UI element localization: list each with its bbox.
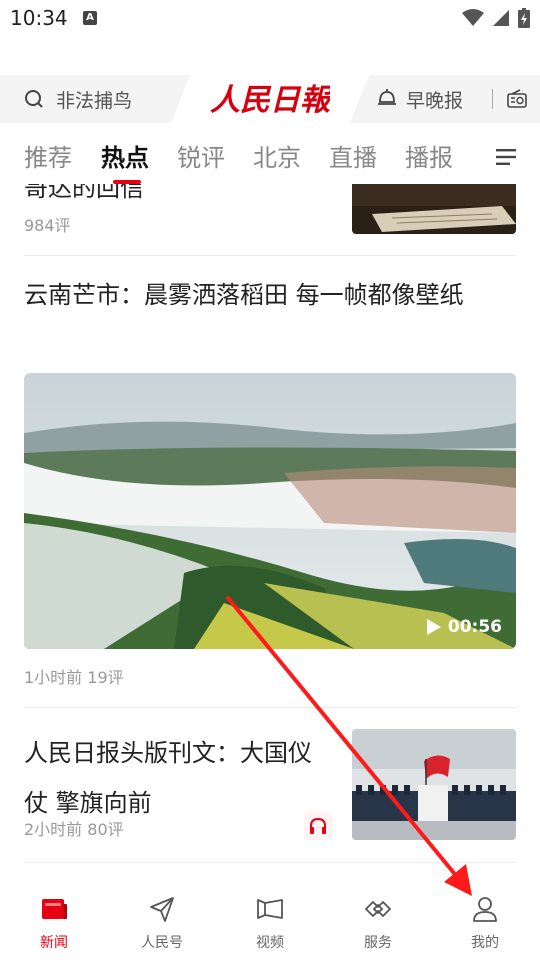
video-duration: 00:56 <box>426 617 502 637</box>
profile-icon <box>473 897 497 922</box>
video-thumbnail[interactable]: 00:56 <box>24 373 516 649</box>
nav-video[interactable]: 视频 <box>230 894 310 952</box>
tab-live[interactable]: 直播 <box>329 138 377 173</box>
news-meta: 2小时前 80评 <box>24 820 124 839</box>
news-title: 人民日报头版刊文：大国仪仗 擎旗向前 <box>24 739 312 817</box>
status-bar: 10:34 A <box>0 0 540 38</box>
channel-tabs: 推荐 热点 锐评 北京 直播 播报 <box>0 130 540 184</box>
news-title: 哥达的回信 <box>24 184 144 202</box>
brief-label: 早晚报 <box>406 90 464 112</box>
tab-broadcast[interactable]: 播报 <box>405 138 453 173</box>
notification-icon: A <box>83 11 97 25</box>
nav-label: 新闻 <box>40 935 68 951</box>
nav-profile[interactable]: 我的 <box>445 894 525 952</box>
header: 非法捕鸟 人民日報 早晚报 <box>0 75 540 123</box>
search-box[interactable]: 非法捕鸟 <box>0 75 190 123</box>
signal-icon <box>493 10 509 26</box>
video-icon <box>257 899 283 919</box>
status-time: 10:34 <box>10 6 68 30</box>
nav-label: 我的 <box>471 935 499 951</box>
nav-label: 服务 <box>364 935 392 951</box>
duration-text: 00:56 <box>447 617 502 637</box>
search-placeholder: 非法捕鸟 <box>56 90 133 112</box>
battery-icon <box>518 8 530 28</box>
nav-news[interactable]: 新闻 <box>14 894 94 952</box>
divider <box>24 255 516 256</box>
bell-icon <box>378 89 396 105</box>
nav-people-account[interactable]: 人民号 <box>122 894 202 952</box>
tab-hot[interactable]: 热点 <box>101 138 149 173</box>
menu-icon[interactable] <box>496 149 516 165</box>
divider <box>24 707 516 708</box>
service-icon <box>365 901 391 917</box>
news-icon <box>42 899 67 919</box>
headphones-icon[interactable] <box>304 812 332 840</box>
radio-icon[interactable] <box>506 88 528 110</box>
wifi-icon <box>462 9 484 26</box>
tab-recommend[interactable]: 推荐 <box>24 138 72 173</box>
news-meta: 984评 <box>24 216 71 235</box>
news-thumbnail <box>352 184 516 234</box>
status-icons <box>462 8 530 28</box>
play-icon <box>426 619 441 635</box>
nav-service[interactable]: 服务 <box>338 894 418 952</box>
news-thumbnail <box>352 729 516 840</box>
tab-beijing[interactable]: 北京 <box>253 138 301 173</box>
news-feed: 哥达的回信 984评 云南芒市：晨雾洒落稻田 每一帧都像壁纸 00:56 1小时… <box>0 184 540 876</box>
tab-commentary[interactable]: 锐评 <box>177 138 225 173</box>
bottom-navigation: 新闻 人民号 视频 服务 我的 <box>0 876 540 960</box>
news-title: 云南芒市：晨雾洒落稻田 每一帧都像壁纸 <box>24 281 464 309</box>
divider <box>24 862 516 863</box>
nav-label: 人民号 <box>141 935 183 951</box>
news-meta: 1小时前 19评 <box>24 668 124 687</box>
separator <box>492 89 493 109</box>
nav-label: 视频 <box>256 935 284 951</box>
brief-box[interactable]: 早晚报 <box>350 75 540 123</box>
send-icon <box>150 897 174 922</box>
people-daily-logo: 人民日報 <box>210 83 330 118</box>
search-icon <box>25 90 43 108</box>
logo-text: 人民日報 <box>210 83 330 118</box>
